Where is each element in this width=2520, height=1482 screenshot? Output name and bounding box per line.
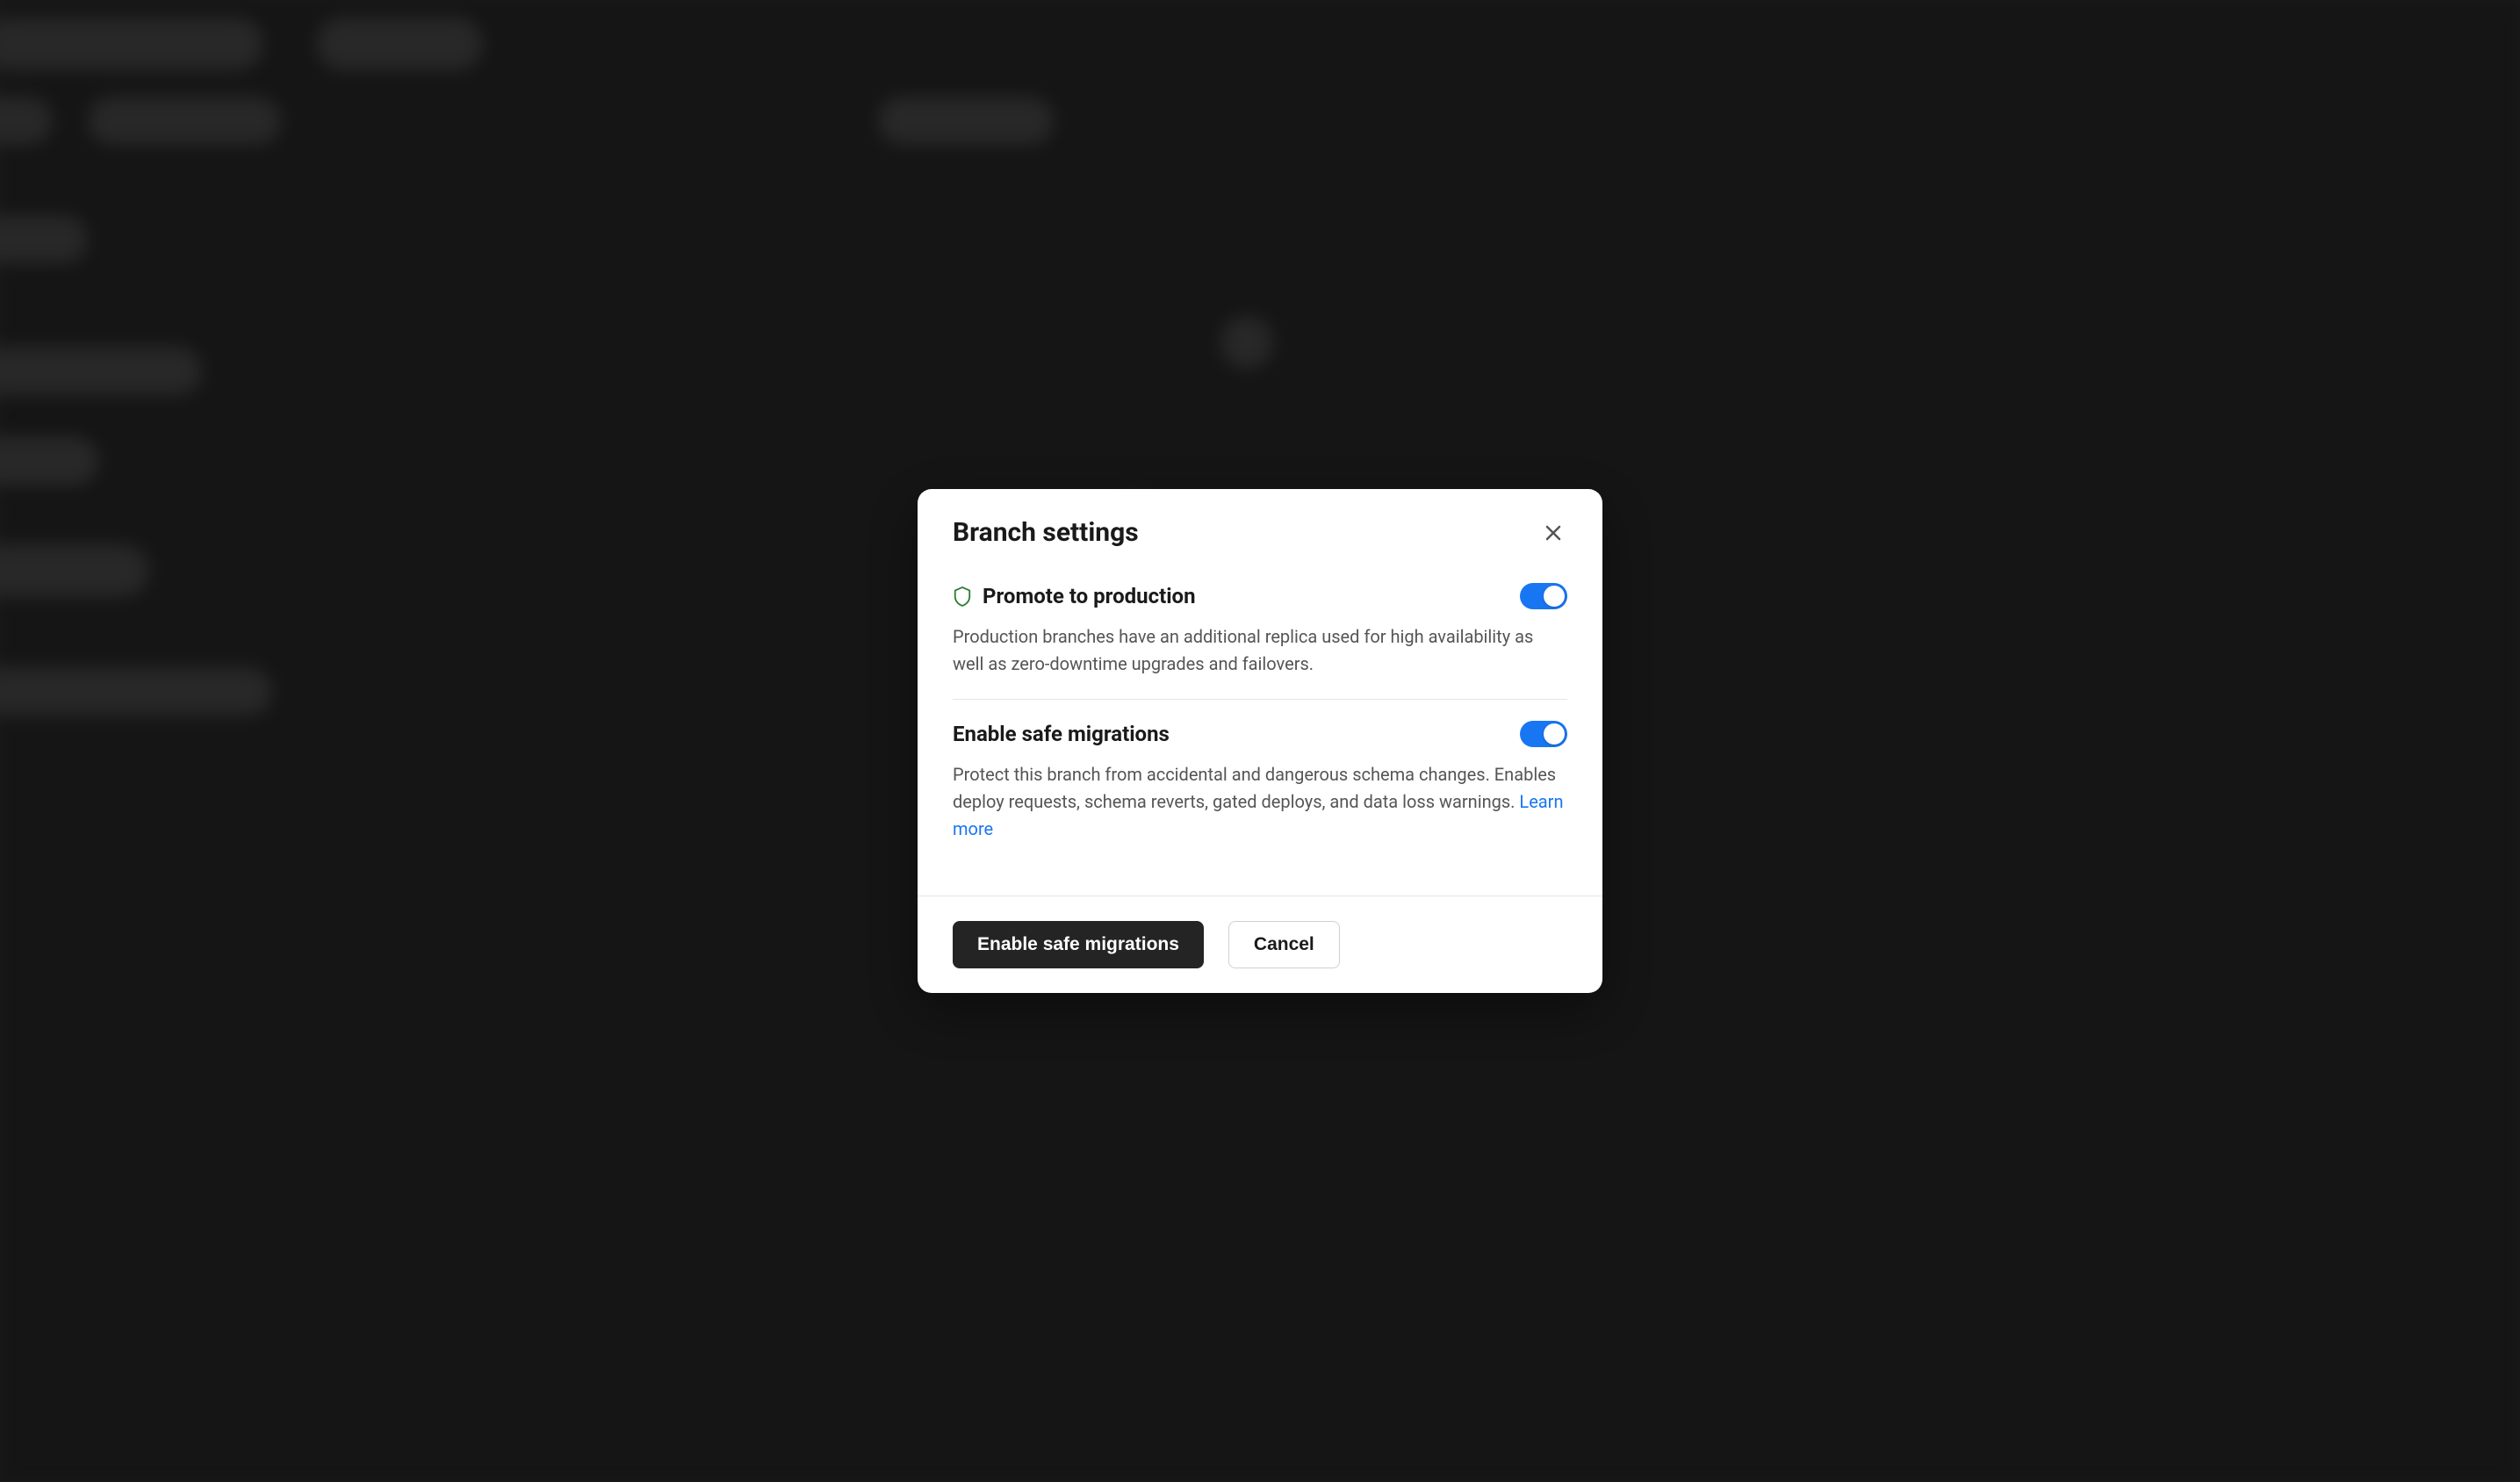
setting-description: Protect this branch from accidental and … [953, 761, 1567, 843]
setting-header: Promote to production [953, 583, 1567, 609]
setting-description: Production branches have an additional r… [953, 623, 1567, 678]
setting-description-text: Protect this branch from accidental and … [953, 764, 1556, 812]
modal-header: Branch settings [918, 489, 1602, 565]
enable-safe-migrations-button[interactable]: Enable safe migrations [953, 921, 1204, 968]
close-button[interactable] [1539, 519, 1567, 547]
setting-title-group: Enable safe migrations [953, 722, 1170, 746]
setting-title: Enable safe migrations [953, 722, 1170, 746]
shield-icon [953, 586, 972, 607]
modal-footer: Enable safe migrations Cancel [918, 896, 1602, 993]
promote-production-section: Promote to production Production branche… [953, 576, 1567, 699]
safe-migrations-toggle[interactable] [1520, 721, 1567, 747]
modal-title: Branch settings [953, 517, 1139, 548]
cancel-button[interactable]: Cancel [1228, 921, 1340, 968]
setting-title-group: Promote to production [953, 584, 1196, 608]
safe-migrations-section: Enable safe migrations Protect this bran… [953, 699, 1567, 864]
promote-production-toggle[interactable] [1520, 583, 1567, 609]
setting-title: Promote to production [983, 584, 1196, 608]
branch-settings-modal: Branch settings Promote to production Pr… [918, 489, 1602, 993]
close-icon [1543, 522, 1564, 543]
modal-body: Promote to production Production branche… [918, 565, 1602, 896]
setting-header: Enable safe migrations [953, 721, 1567, 747]
